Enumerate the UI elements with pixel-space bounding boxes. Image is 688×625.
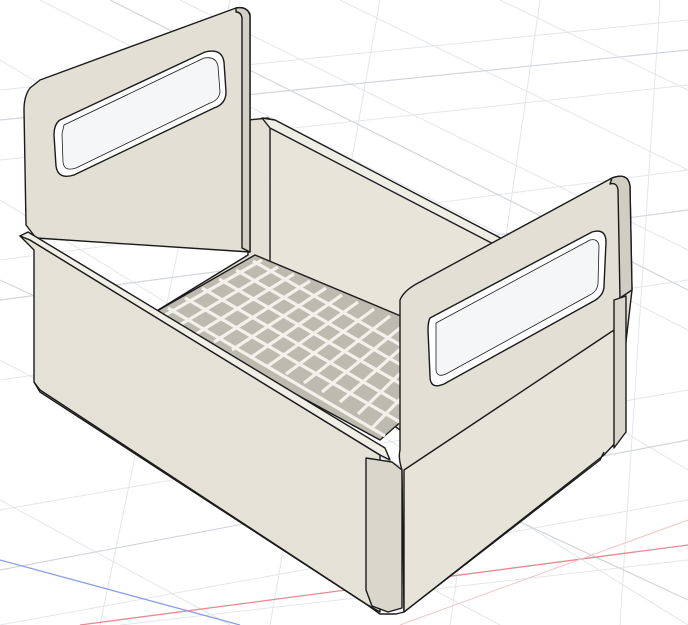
basket-model[interactable] (19, 6, 633, 615)
front-corner (365, 457, 403, 613)
right-wall-edge (613, 295, 627, 449)
3d-viewport[interactable] (0, 0, 688, 625)
axis-y-blue (0, 559, 241, 625)
